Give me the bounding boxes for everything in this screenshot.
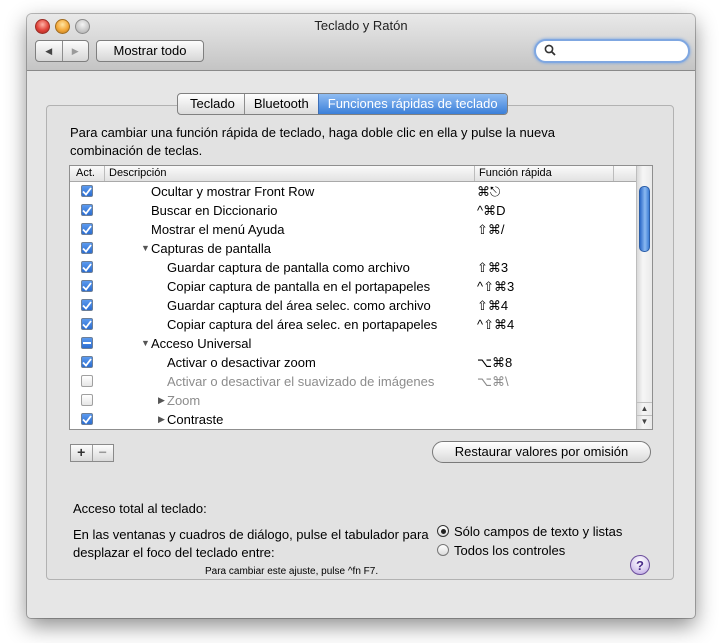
restore-defaults-button[interactable]: Restaurar valores por omisión	[432, 441, 651, 463]
row-description: Copiar captura de pantalla en el portapa…	[167, 279, 431, 294]
keyboard-access-title: Acceso total al teclado:	[73, 501, 207, 516]
disclosure-expanded-icon[interactable]: ▼	[141, 239, 150, 258]
scroll-down-arrow-icon[interactable]: ▼	[637, 415, 652, 428]
keyboard-access-description: En las ventanas y cuadros de diálogo, pu…	[73, 527, 429, 560]
table-row[interactable]: Ocultar y mostrar Front Row ⌘⎋	[70, 182, 636, 201]
title-bar: Teclado y Ratón ◀ ▶ Mostrar todo	[27, 14, 695, 71]
row-shortcut[interactable]: ^⇧⌘3	[477, 277, 514, 296]
row-shortcut[interactable]: ⇧⌘/	[477, 220, 505, 239]
add-button[interactable]: +	[71, 445, 92, 461]
row-description: Activar o desactivar el suavizado de imá…	[167, 374, 435, 389]
scroll-up-arrow-icon[interactable]: ▲	[637, 402, 652, 415]
row-checkbox[interactable]	[81, 280, 93, 292]
radio-text-fields-lists[interactable]: Sólo campos de texto y listas	[437, 522, 622, 540]
row-checkbox[interactable]	[81, 394, 93, 406]
table-row[interactable]: ▶ Contraste	[70, 410, 636, 429]
radio-selected-icon[interactable]	[437, 525, 449, 537]
row-description: Mostrar el menú Ayuda	[151, 222, 285, 237]
row-shortcut[interactable]: ⌘⎋	[477, 182, 500, 201]
back-button[interactable]: ◀	[36, 41, 62, 61]
table-row[interactable]: Buscar en Diccionario ^⌘D	[70, 201, 636, 220]
row-shortcut[interactable]: ⌥⌘\	[477, 372, 509, 391]
row-description: Acceso Universal	[151, 336, 252, 351]
scrollbar-thumb[interactable]	[639, 186, 650, 252]
table-row[interactable]: Copiar captura del área selec. en portap…	[70, 315, 636, 334]
tab-teclado[interactable]: Teclado	[178, 94, 244, 114]
column-header-description[interactable]: Descripción	[104, 166, 476, 181]
table-header: Act. Descripción Función rápida	[70, 166, 636, 182]
row-description: Copiar captura del área selec. en portap…	[167, 317, 438, 332]
table-row[interactable]: Guardar captura de pantalla como archivo…	[70, 258, 636, 277]
table-row[interactable]: Copiar captura de pantalla en el portapa…	[70, 277, 636, 296]
row-checkbox[interactable]	[81, 185, 93, 197]
row-shortcut[interactable]: ^⇧⌘4	[477, 315, 514, 334]
table-row[interactable]: Guardar captura del área selec. como arc…	[70, 296, 636, 315]
row-checkbox[interactable]	[81, 299, 93, 311]
row-description: Contraste	[167, 412, 224, 427]
row-checkbox[interactable]	[81, 356, 93, 368]
row-shortcut[interactable]: ⇧⌘4	[477, 296, 508, 315]
help-button[interactable]: ?	[630, 555, 650, 575]
instruction-text: Para cambiar una función rápida de tecla…	[70, 125, 555, 158]
row-checkbox[interactable]	[81, 242, 93, 254]
row-description: Capturas de pantalla	[151, 241, 271, 256]
table-row[interactable]: Activar o desactivar zoom ⌥⌘8	[70, 353, 636, 372]
table-rows: Ocultar y mostrar Front Row ⌘⎋ Buscar en D…	[70, 182, 636, 429]
shortcuts-table: Act. Descripción Función rápida Ocultar …	[69, 165, 653, 430]
row-description: Ocultar y mostrar Front Row	[151, 184, 315, 199]
row-checkbox[interactable]	[81, 204, 93, 216]
column-header-active[interactable]: Act.	[72, 166, 106, 181]
row-checkbox[interactable]	[81, 223, 93, 235]
keyboard-access-hint: Para cambiar este ajuste, pulse ^fn F7.	[205, 566, 379, 577]
radio-label: Todos los controles	[454, 542, 566, 558]
column-header-empty	[613, 166, 637, 181]
table-row[interactable]: ▼ Acceso Universal	[70, 334, 636, 353]
window-title: Teclado y Ratón	[314, 18, 408, 33]
search-input[interactable]	[534, 39, 690, 63]
add-remove-group: + −	[70, 444, 114, 462]
radio-label: Sólo campos de texto y listas	[454, 523, 623, 539]
row-description: Guardar captura del área selec. como arc…	[167, 298, 431, 313]
table-row[interactable]: ▼ Capturas de pantalla	[70, 239, 636, 258]
back-arrow-icon: ◀	[45, 45, 53, 56]
tab-bluetooth[interactable]: Bluetooth	[243, 94, 318, 114]
radio-unselected-icon[interactable]	[437, 544, 449, 556]
row-description: Buscar en Diccionario	[151, 203, 278, 218]
row-description: Guardar captura de pantalla como archivo	[167, 260, 410, 275]
row-shortcut[interactable]: ^⌘D	[477, 201, 506, 220]
row-checkbox[interactable]	[81, 318, 93, 330]
row-shortcut[interactable]: ⌥⌘8	[477, 353, 512, 372]
disclosure-collapsed-icon[interactable]: ▶	[158, 391, 165, 410]
row-shortcut[interactable]: ⇧⌘3	[477, 258, 508, 277]
radio-all-controls[interactable]: Todos los controles	[437, 541, 565, 559]
row-description: Zoom	[167, 393, 201, 408]
table-row[interactable]: ▶ Zoom	[70, 391, 636, 410]
search-icon	[544, 44, 556, 56]
forward-button[interactable]: ▶	[61, 41, 89, 61]
disclosure-collapsed-icon[interactable]: ▶	[158, 410, 165, 429]
tab-bar: Teclado Bluetooth Funciones rápidas de t…	[177, 93, 508, 115]
table-row[interactable]: Mostrar el menú Ayuda ⇧⌘/	[70, 220, 636, 239]
table-row[interactable]: Activar o desactivar el suavizado de imá…	[70, 372, 636, 391]
preferences-window: Teclado y Ratón ◀ ▶ Mostrar todo Teclado…	[27, 14, 695, 618]
remove-button[interactable]: −	[91, 445, 114, 461]
row-checkbox[interactable]	[81, 375, 93, 387]
tab-keyboard-shortcuts[interactable]: Funciones rápidas de teclado	[317, 94, 507, 114]
row-description: Activar o desactivar zoom	[167, 355, 316, 370]
back-forward-group: ◀ ▶	[35, 40, 89, 62]
row-checkbox[interactable]	[81, 261, 93, 273]
forward-arrow-icon: ▶	[71, 45, 79, 56]
vertical-scrollbar[interactable]: ▲ ▼	[636, 166, 652, 429]
show-all-button[interactable]: Mostrar todo	[96, 40, 204, 62]
row-checkbox[interactable]	[81, 337, 93, 349]
column-header-shortcut[interactable]: Función rápida	[474, 166, 614, 181]
row-checkbox[interactable]	[81, 413, 93, 425]
disclosure-expanded-icon[interactable]: ▼	[141, 334, 150, 353]
